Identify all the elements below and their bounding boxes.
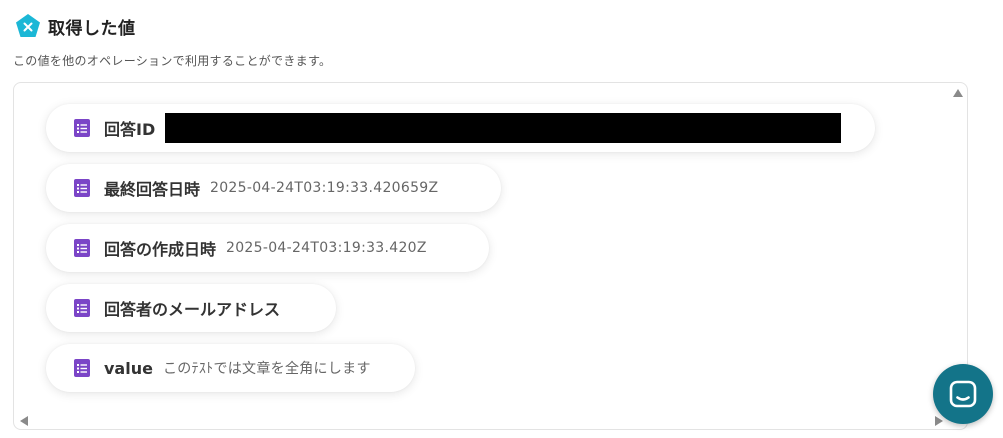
value-item-response-id[interactable]: 回答ID [46, 104, 875, 152]
value-item-label: 回答者のメールアドレス [104, 300, 281, 319]
section-subtitle: この値を他のオペレーションで利用することができます。 [13, 54, 332, 68]
scroll-left-arrow[interactable] [20, 416, 28, 426]
value-item-label: 回答の作成日時 [104, 240, 217, 259]
google-forms-icon [74, 359, 90, 377]
value-item-value: このﾃｽﾄでは文章を全角にします [162, 361, 371, 377]
redacted-value [165, 113, 842, 143]
scroll-up-arrow[interactable] [953, 89, 963, 97]
value-item-label: 回答ID [104, 120, 156, 139]
google-forms-icon [74, 119, 90, 137]
value-item-value: 2025-04-24T03:19:33.420Z [226, 240, 427, 256]
chat-icon [949, 380, 977, 408]
value-item-value-field[interactable]: value このﾃｽﾄでは文章を全角にします [46, 344, 415, 392]
scroll-right-arrow[interactable] [935, 416, 943, 426]
section-header: 取得した値 [15, 12, 136, 40]
google-forms-icon [74, 239, 90, 257]
pentagon-x-icon [16, 14, 40, 37]
section-title: 取得した値 [48, 18, 136, 39]
value-item-value: 2025-04-24T03:19:33.420659Z [210, 180, 439, 196]
value-item-label: value [104, 358, 153, 378]
google-forms-icon [74, 179, 90, 197]
value-item-last-response-time[interactable]: 最終回答日時 2025-04-24T03:19:33.420659Z [46, 164, 501, 212]
values-panel[interactable]: 回答ID 最終回答日時 2025-04-24T03:19:33.420659Z … [13, 82, 968, 430]
chat-button[interactable] [933, 364, 993, 424]
value-item-created-time[interactable]: 回答の作成日時 2025-04-24T03:19:33.420Z [46, 224, 489, 272]
value-item-respondent-email[interactable]: 回答者のメールアドレス [46, 284, 336, 332]
google-forms-icon [74, 299, 90, 317]
value-item-label: 最終回答日時 [104, 180, 201, 199]
